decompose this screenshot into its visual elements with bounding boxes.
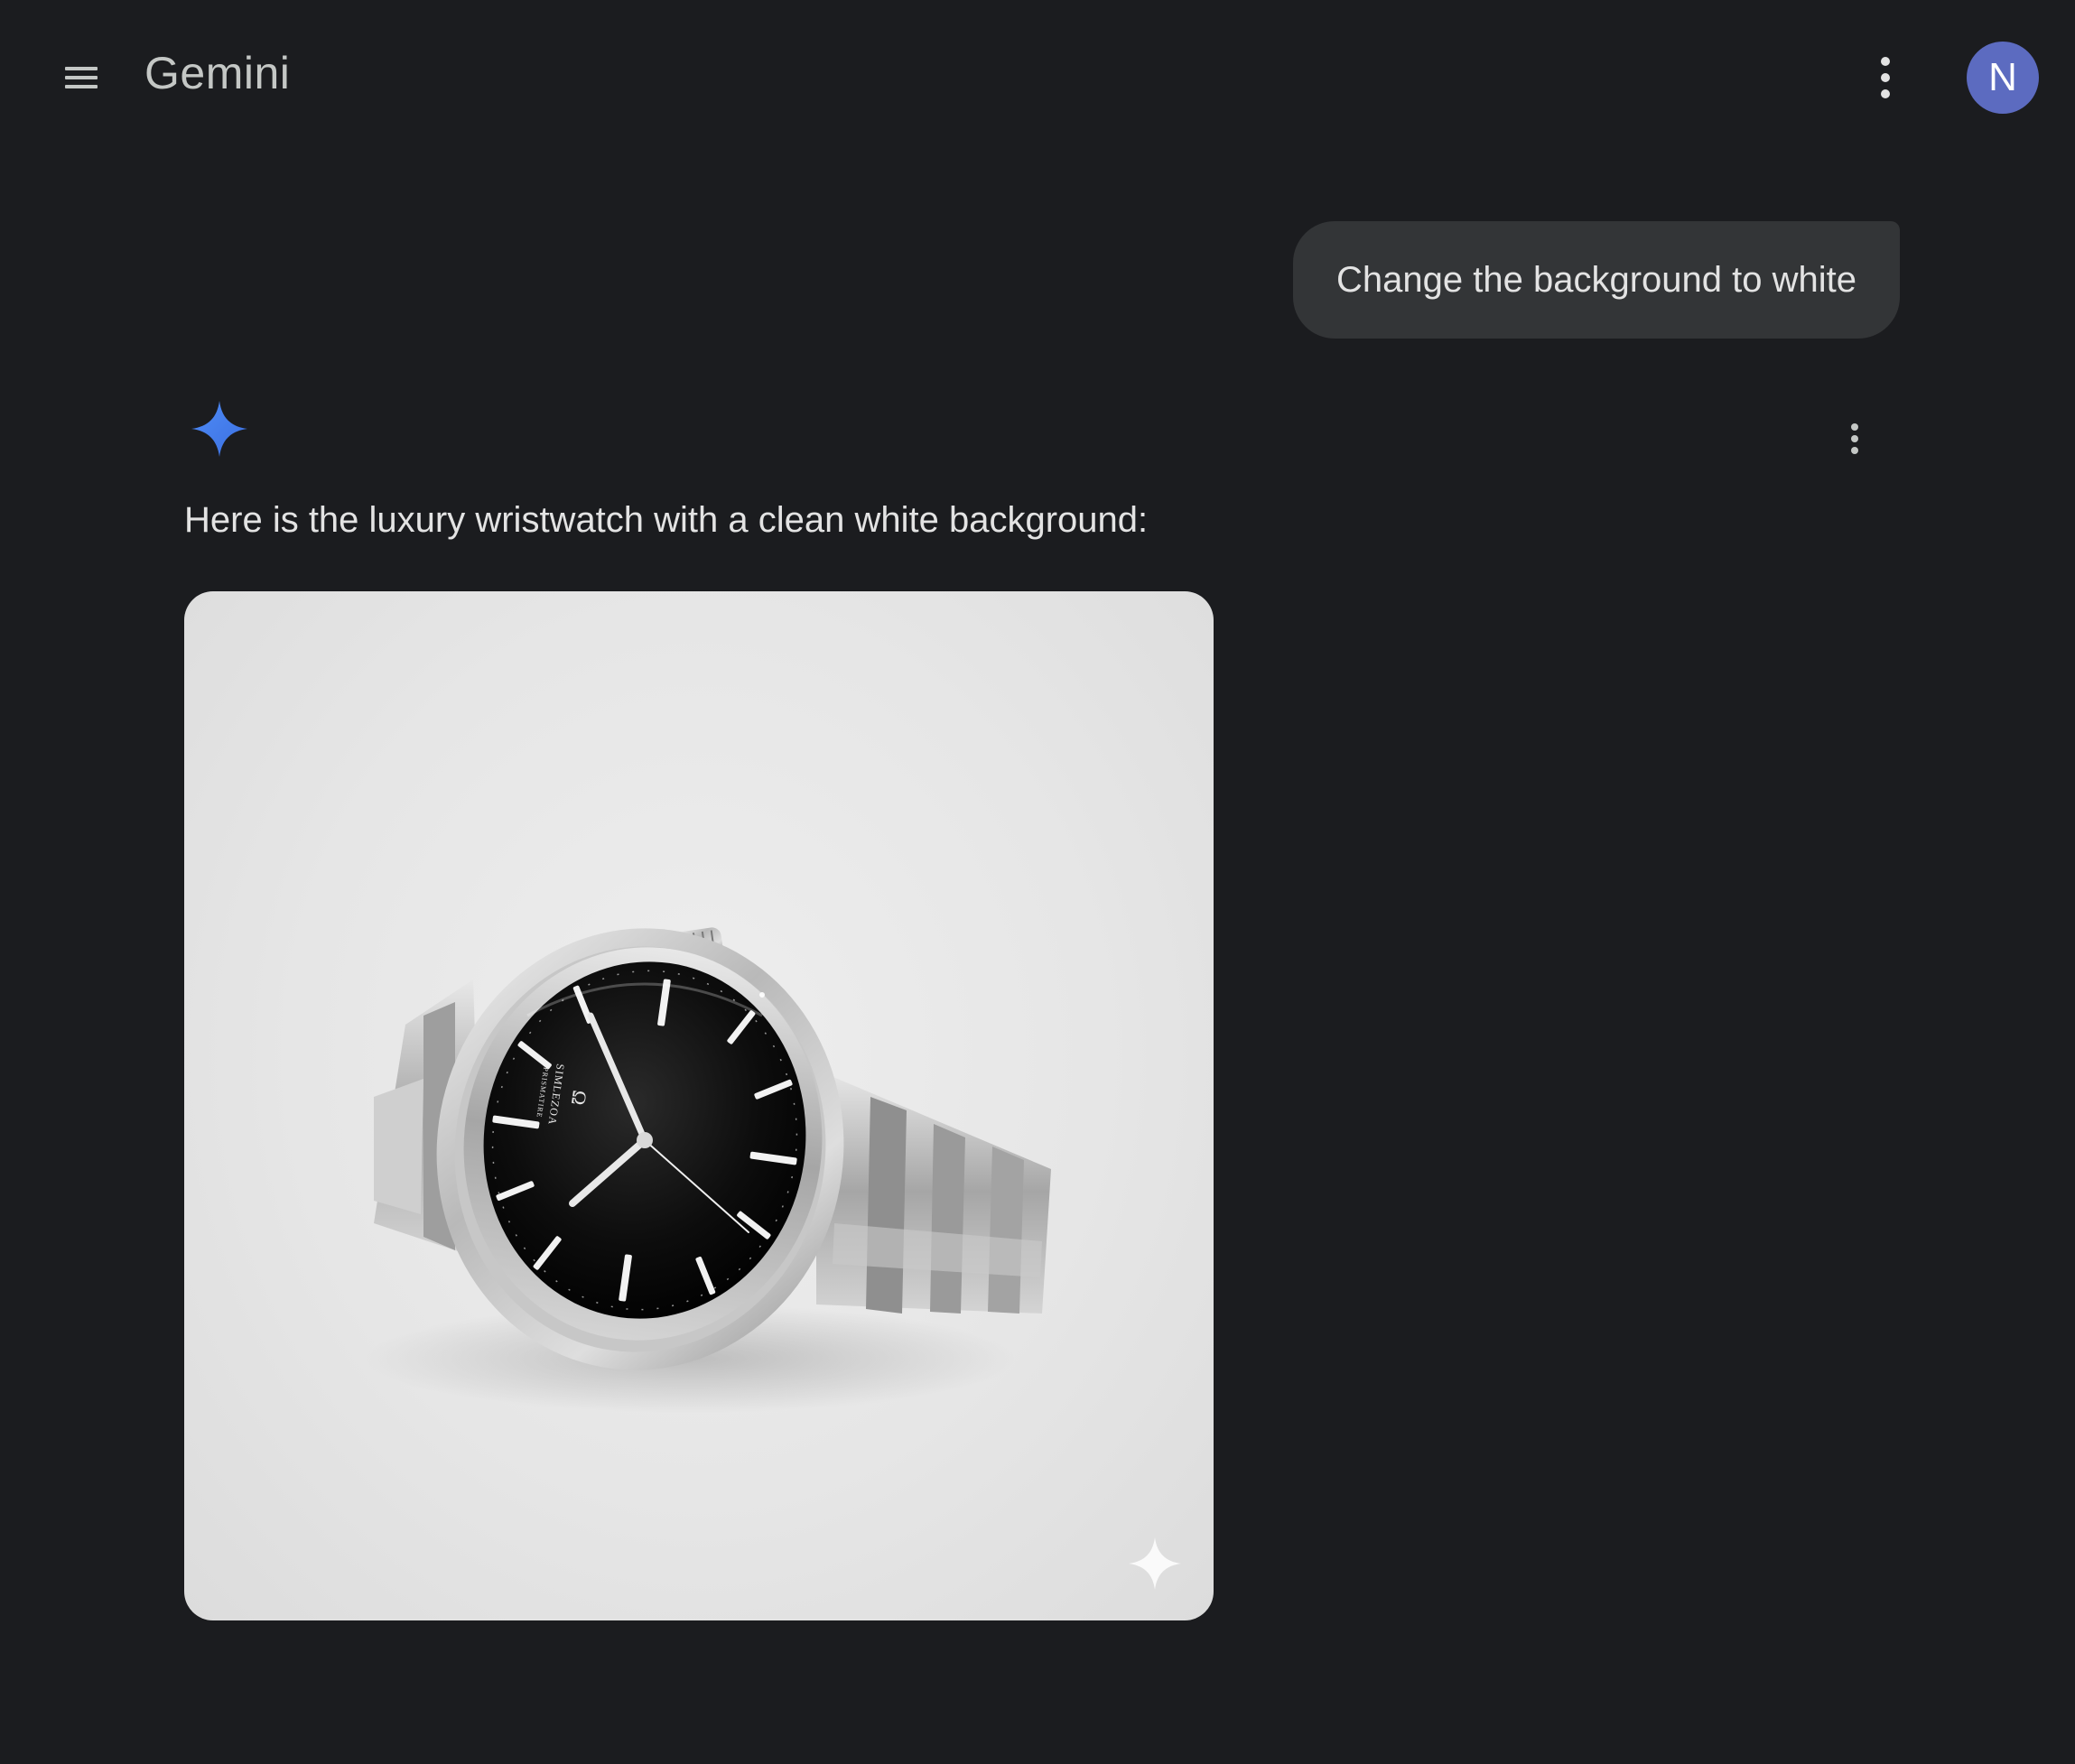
- gemini-app: Gemini N Change the background to white …: [0, 0, 2075, 1764]
- account-avatar[interactable]: N: [1967, 42, 2039, 114]
- main-menu-button[interactable]: [54, 54, 108, 101]
- wristwatch-illustration: Ω SIMLEZOA PRISMATIRE: [365, 927, 1051, 1413]
- gemini-spark-icon: [191, 401, 247, 457]
- more-vert-icon: [1851, 423, 1858, 454]
- response-more-options-button[interactable]: [1838, 417, 1871, 460]
- user-message-bubble: Change the background to white: [1293, 221, 1900, 339]
- more-vert-icon: [1881, 57, 1890, 98]
- response-text: Here is the luxury wristwatch with a cle…: [184, 500, 1149, 540]
- generated-watch-image[interactable]: Ω SIMLEZOA PRISMATIRE: [184, 591, 1214, 1620]
- hamburger-menu-icon: [65, 67, 98, 88]
- user-message-text: Change the background to white: [1336, 259, 1856, 300]
- header-more-options-button[interactable]: [1869, 51, 1902, 105]
- sparkle-watermark-icon: [1129, 1537, 1181, 1590]
- dial-brand-logo: Ω: [567, 1089, 591, 1107]
- app-title: Gemini: [144, 48, 291, 98]
